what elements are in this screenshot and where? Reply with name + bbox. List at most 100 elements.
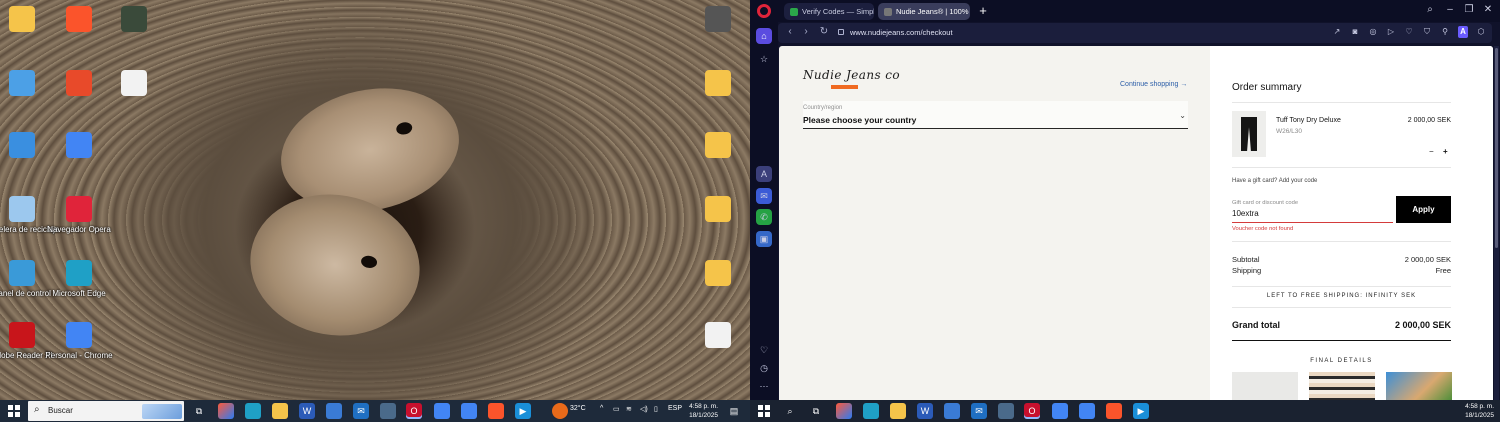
taskbar-left: ⌕ Buscar ⧉ W ✉ O ▶ 32°C ^ ▭ ≋ ◁) ▯ ESP 4… <box>0 400 750 422</box>
share-icon[interactable]: ↗ <box>1332 26 1342 38</box>
country-value: Please choose your country <box>803 115 917 125</box>
reload-button[interactable]: ↻ <box>818 26 830 37</box>
weather-temp[interactable]: 32°C <box>570 405 586 412</box>
windows-start-icon[interactable] <box>758 405 770 417</box>
aria-icon[interactable]: A <box>756 166 772 182</box>
quantity-decrease-button[interactable]: − <box>1429 147 1434 156</box>
desktop-icon[interactable] <box>676 322 750 351</box>
history-icon[interactable]: ◷ <box>756 360 772 376</box>
back-button[interactable]: ‹ <box>784 26 796 37</box>
new-tab-button[interactable]: + <box>976 4 990 18</box>
search-icon[interactable]: ⌕ <box>782 403 798 419</box>
brave-icon[interactable] <box>488 403 504 419</box>
windows-start-icon[interactable] <box>8 405 20 417</box>
mail-icon[interactable]: ✉ <box>971 403 987 419</box>
messenger-icon[interactable]: ✉ <box>756 188 772 204</box>
restore-button[interactable]: ❐ <box>1461 4 1477 15</box>
battery-icon[interactable]: ▯ <box>654 405 658 413</box>
mail-icon[interactable]: ✉ <box>353 403 369 419</box>
minimize-button[interactable]: – <box>1442 4 1458 15</box>
tray-app-icon[interactable]: ▭ <box>613 405 620 413</box>
network-icon[interactable]: ≋ <box>626 405 632 413</box>
more-icon[interactable]: ⋯ <box>756 378 772 394</box>
brand-logo[interactable]: Nudie Jeans co <box>803 68 900 82</box>
heart-icon[interactable]: ♡ <box>1404 26 1414 38</box>
whatsapp-icon[interactable]: ✆ <box>756 209 772 225</box>
url-field[interactable]: www.nudiejeans.com/checkout <box>838 26 953 40</box>
scrollbar-thumb[interactable] <box>1495 48 1498 248</box>
weather-icon[interactable] <box>552 403 568 419</box>
volume-icon[interactable]: ◁) <box>640 405 648 413</box>
opera-menu-icon[interactable] <box>757 4 771 18</box>
continue-shopping-link[interactable]: Continue shopping → <box>1120 81 1187 88</box>
store-icon[interactable] <box>326 403 342 419</box>
discount-code-field[interactable]: Gift card or discount code 10extra <box>1232 196 1393 223</box>
tab-verify-codes[interactable]: Verify Codes — SimplyCo <box>784 3 874 20</box>
product-price: 2 000,00 SEK <box>1407 117 1451 124</box>
taskbar-clock[interactable]: 4:58 p. m. 18/1/2025 <box>684 402 718 420</box>
brave-icon[interactable] <box>1106 403 1122 419</box>
word-icon[interactable]: W <box>299 403 315 419</box>
close-button[interactable]: ✕ <box>1480 4 1496 15</box>
account-icon[interactable]: ⚲ <box>1440 26 1450 38</box>
play-icon[interactable]: ▷ <box>1386 26 1396 38</box>
recommended-image[interactable] <box>1386 372 1452 400</box>
search-tabs-icon[interactable]: ⌕ <box>1422 4 1438 15</box>
copilot-icon[interactable] <box>218 403 234 419</box>
scrollbar[interactable] <box>1494 46 1499 400</box>
task-view-icon[interactable]: ⧉ <box>808 403 824 419</box>
apply-button[interactable]: Apply <box>1396 196 1451 223</box>
desktop-icon[interactable] <box>676 6 750 35</box>
desktop-icon[interactable] <box>92 70 176 99</box>
favorites-heart-icon[interactable]: ♡ <box>756 342 772 358</box>
file-explorer-icon[interactable] <box>272 403 288 419</box>
file-explorer-icon[interactable] <box>890 403 906 419</box>
aria-ai-icon[interactable]: A <box>1458 26 1468 38</box>
vpn-icon[interactable]: ◎ <box>1368 26 1378 38</box>
country-select[interactable]: Country/region Please choose your countr… <box>803 101 1188 129</box>
recommended-image[interactable] <box>1232 372 1298 400</box>
media-player-icon[interactable]: ▶ <box>515 403 531 419</box>
recommended-image[interactable] <box>1309 372 1375 400</box>
chrome-profile-icon[interactable] <box>434 403 450 419</box>
desktop-icon[interactable]: Microsoft Edge <box>37 260 121 299</box>
desktop-icon[interactable] <box>676 196 750 225</box>
home-icon[interactable]: ⌂ <box>756 28 772 44</box>
taskbar-search[interactable]: ⌕ Buscar <box>28 401 184 421</box>
desktop-icon[interactable]: Navegador Opera <box>37 196 121 235</box>
tab-nudie-jeans[interactable]: Nudie Jeans® | 100% Org <box>878 3 970 20</box>
desktop-icon[interactable] <box>92 6 176 35</box>
opera-taskbar-icon[interactable]: O <box>406 403 422 419</box>
star-icon[interactable]: ☆ <box>756 51 772 67</box>
chevron-up-icon[interactable]: ^ <box>600 405 603 412</box>
chrome-icon[interactable] <box>461 403 477 419</box>
desktop-icon[interactable] <box>676 132 750 161</box>
media-player-icon[interactable]: ▶ <box>1133 403 1149 419</box>
desktop-icon[interactable] <box>37 132 121 161</box>
task-view-icon[interactable]: ⧉ <box>191 403 207 419</box>
taskbar-clock[interactable]: 4:58 p. m. 18/1/2025 <box>1454 402 1494 420</box>
language-indicator[interactable]: ESP <box>668 405 682 412</box>
shield-icon[interactable]: ⛉ <box>1422 26 1432 38</box>
edge-icon[interactable] <box>245 403 261 419</box>
edge-icon[interactable] <box>863 403 879 419</box>
quantity-increase-button[interactable]: + <box>1443 147 1448 156</box>
notifications-icon[interactable]: ▤ <box>726 403 742 419</box>
copilot-icon[interactable] <box>836 403 852 419</box>
chrome-icon[interactable] <box>1079 403 1095 419</box>
camera-icon[interactable]: ◙ <box>1350 26 1360 38</box>
store-icon[interactable] <box>944 403 960 419</box>
desktop-icon[interactable]: Personal - Chrome <box>37 322 121 361</box>
calculator-icon[interactable] <box>380 403 396 419</box>
document-icon <box>705 322 731 348</box>
desktop-icon[interactable] <box>676 70 750 99</box>
teams-icon[interactable]: ▣ <box>756 231 772 247</box>
extensions-icon[interactable]: ⬡ <box>1476 26 1486 38</box>
chrome-profile-icon[interactable] <box>1052 403 1068 419</box>
search-highlight-image <box>142 404 182 419</box>
opera-taskbar-icon[interactable]: O <box>1024 403 1040 419</box>
desktop-icon[interactable] <box>676 260 750 289</box>
forward-button[interactable]: › <box>800 26 812 37</box>
calculator-icon[interactable] <box>998 403 1014 419</box>
word-icon[interactable]: W <box>917 403 933 419</box>
